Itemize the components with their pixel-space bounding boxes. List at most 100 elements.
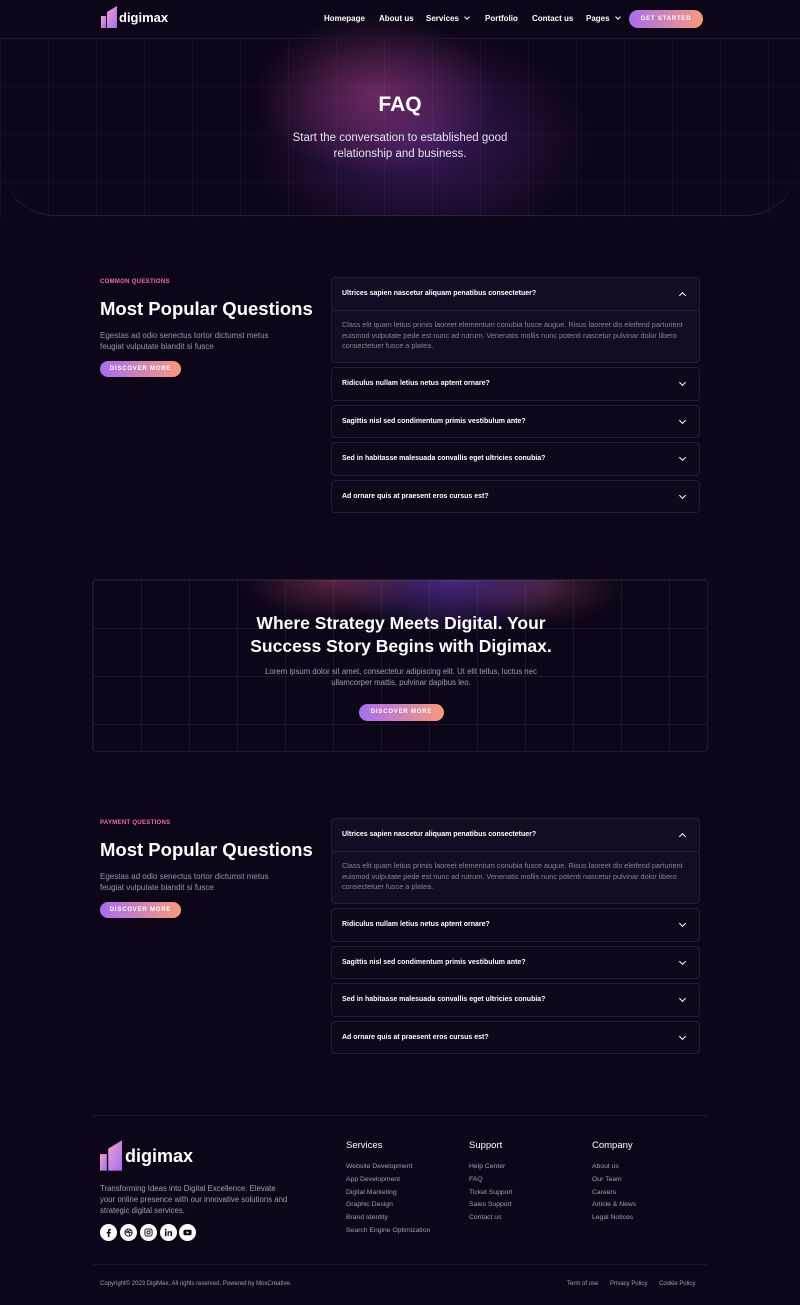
cta-title-line: Where Strategy Meets Digital. Your xyxy=(256,613,546,633)
chevron-up-icon xyxy=(678,291,687,300)
youtube-icon[interactable] xyxy=(179,1224,196,1241)
chevron-down-icon xyxy=(678,919,687,928)
page-title: FAQ xyxy=(378,93,422,116)
logo-mark-icon xyxy=(100,1140,122,1171)
legal-link-terms[interactable]: Term of use xyxy=(567,1281,598,1287)
faq-question: Ridiculus nullam letius netus aptent orn… xyxy=(342,380,490,387)
nav-homepage[interactable]: Homepage xyxy=(324,14,365,23)
footer-link[interactable]: App Development xyxy=(346,1176,400,1183)
faq-question: Sagittis nisl sed condimentum primis ves… xyxy=(342,418,526,425)
faq-question: Ad ornare quis at praesent eros cursus e… xyxy=(342,493,489,500)
footer-link[interactable]: Help Center xyxy=(469,1163,505,1170)
section-title: Most Popular Questions xyxy=(100,298,313,319)
faq-item[interactable]: Ad ornare quis at praesent eros cursus e… xyxy=(331,1021,700,1054)
footer-link[interactable]: Graphic Design xyxy=(346,1201,393,1208)
footer-logo[interactable]: digimax xyxy=(100,1138,200,1174)
chevron-down-icon xyxy=(678,378,687,387)
copyright-text: Copyright© 2023 DigiMax, All rights rese… xyxy=(100,1281,292,1287)
faq-question: Ad ornare quis at praesent eros cursus e… xyxy=(342,1034,489,1041)
nav-pages[interactable]: Pages xyxy=(586,14,621,23)
faq-item[interactable]: Ad ornare quis at praesent eros cursus e… xyxy=(331,480,700,513)
faq-divider xyxy=(332,310,699,311)
faq-item[interactable]: Ultrices sapien nascetur aliquam penatib… xyxy=(331,818,700,904)
dribbble-icon[interactable] xyxy=(120,1224,137,1241)
faq-question: Sed in habitasse malesuada convallis ege… xyxy=(342,996,546,1003)
chevron-down-icon xyxy=(678,491,687,500)
nav-about-us[interactable]: About us xyxy=(379,14,414,23)
footer-link[interactable]: Ticket Support xyxy=(469,1189,513,1196)
footer-link[interactable]: Website Development xyxy=(346,1163,412,1170)
chevron-down-icon xyxy=(678,994,687,1003)
footer-link[interactable]: Article & News xyxy=(592,1201,636,1208)
footer-link[interactable]: Legal Notices xyxy=(592,1214,633,1221)
youtube-glyph xyxy=(183,1229,192,1236)
section-title: Most Popular Questions xyxy=(100,839,313,860)
instagram-glyph xyxy=(144,1228,153,1237)
facebook-icon[interactable] xyxy=(100,1224,117,1241)
footer-link[interactable]: About us xyxy=(592,1163,619,1170)
discover-more-button[interactable]: DISCOVER MORE xyxy=(100,361,181,377)
nav-portfolio[interactable]: Portfolio xyxy=(485,14,518,23)
logo-text: digimax xyxy=(119,10,169,25)
legal-link-cookies[interactable]: Cookie Policy xyxy=(659,1281,695,1287)
nav-services-label: Services xyxy=(426,14,459,23)
faq-item[interactable]: Ultrices sapien nascetur aliquam penatib… xyxy=(331,277,700,363)
section-eyebrow: PAYMENT QUESTIONS xyxy=(100,820,171,826)
faq-item[interactable]: Sagittis nisl sed condimentum primis ves… xyxy=(331,946,700,979)
chevron-up-icon xyxy=(678,832,687,841)
faq-item[interactable]: Sed in habitasse malesuada convallis ege… xyxy=(331,442,700,476)
footer-top-divider xyxy=(92,1115,708,1116)
instagram-icon[interactable] xyxy=(140,1224,157,1241)
chevron-down-icon xyxy=(464,14,470,20)
nav-services[interactable]: Services xyxy=(426,14,470,23)
faq-question: Sagittis nisl sed condimentum primis ves… xyxy=(342,959,526,966)
faq-question: Ultrices sapien nascetur aliquam penatib… xyxy=(342,831,537,838)
chevron-down-icon xyxy=(678,1032,687,1041)
nav-pages-label: Pages xyxy=(586,14,610,23)
faq-answer: Class elit quam letius primis laoreet el… xyxy=(342,320,683,350)
faq-divider xyxy=(332,851,699,852)
chevron-down-icon xyxy=(678,957,687,966)
faq-answer: Class elit quam letius primis laoreet el… xyxy=(342,861,683,891)
logo-text: digimax xyxy=(125,1146,194,1166)
footer-column-title: Support xyxy=(469,1140,503,1151)
get-started-button[interactable]: GET STARTED xyxy=(629,10,703,28)
faq-item[interactable]: Ridiculus nullam letius netus aptent orn… xyxy=(331,908,700,942)
cta-title-line: Success Story Begins with Digimax. xyxy=(250,636,552,656)
footer-link[interactable]: Our Team xyxy=(592,1176,622,1183)
section-description: Egestas ad odio senectus tortor dictumst… xyxy=(100,331,269,351)
discover-more-button[interactable]: DISCOVER MORE xyxy=(100,902,181,918)
header-divider xyxy=(0,38,800,39)
footer-description: Transforming Ideas into Digital Excellen… xyxy=(100,1184,288,1215)
footer-link[interactable]: Contact us xyxy=(469,1214,502,1221)
faq-item[interactable]: Sed in habitasse malesuada convallis ege… xyxy=(331,983,700,1017)
logo-mark-icon xyxy=(101,6,117,28)
footer-link[interactable]: Careers xyxy=(592,1189,616,1196)
faq-question: Sed in habitasse malesuada convallis ege… xyxy=(342,455,546,462)
cta-discover-more-button[interactable]: DISCOVER MORE xyxy=(359,704,444,721)
faq-item[interactable]: Ridiculus nullam letius netus aptent orn… xyxy=(331,367,700,401)
footer-link[interactable]: Search Engine Optimization xyxy=(346,1227,430,1234)
chevron-down-icon xyxy=(678,453,687,462)
chevron-down-icon xyxy=(614,14,621,20)
hero-grid-background xyxy=(0,38,800,218)
section-description: Egestas ad odio senectus tortor dictumst… xyxy=(100,872,269,892)
footer-column-title: Services xyxy=(346,1140,383,1151)
faq-question: Ridiculus nullam letius netus aptent orn… xyxy=(342,921,490,928)
chevron-down-icon xyxy=(678,416,687,425)
legal-link-privacy[interactable]: Privacy Policy xyxy=(610,1281,647,1287)
cta-description: Lorem ipsum dolor sit amet, consectetur … xyxy=(265,667,537,687)
faq-item[interactable]: Sagittis nisl sed condimentum primis ves… xyxy=(331,405,700,438)
hero-subtitle: Start the conversation to established go… xyxy=(292,132,508,160)
linkedin-icon[interactable] xyxy=(160,1224,177,1241)
nav-contact-us[interactable]: Contact us xyxy=(532,14,573,23)
header-logo[interactable]: digimax xyxy=(101,6,171,30)
facebook-glyph xyxy=(106,1228,111,1237)
footer-link[interactable]: Sales Support xyxy=(469,1201,512,1208)
footer-link[interactable]: FAQ xyxy=(469,1176,483,1183)
footer-column-title: Company xyxy=(592,1140,633,1151)
linkedin-glyph xyxy=(164,1228,173,1237)
footer-link[interactable]: Brand Identity xyxy=(346,1214,388,1221)
faq-question: Ultrices sapien nascetur aliquam penatib… xyxy=(342,290,537,297)
footer-link[interactable]: Digital Marketing xyxy=(346,1189,397,1196)
